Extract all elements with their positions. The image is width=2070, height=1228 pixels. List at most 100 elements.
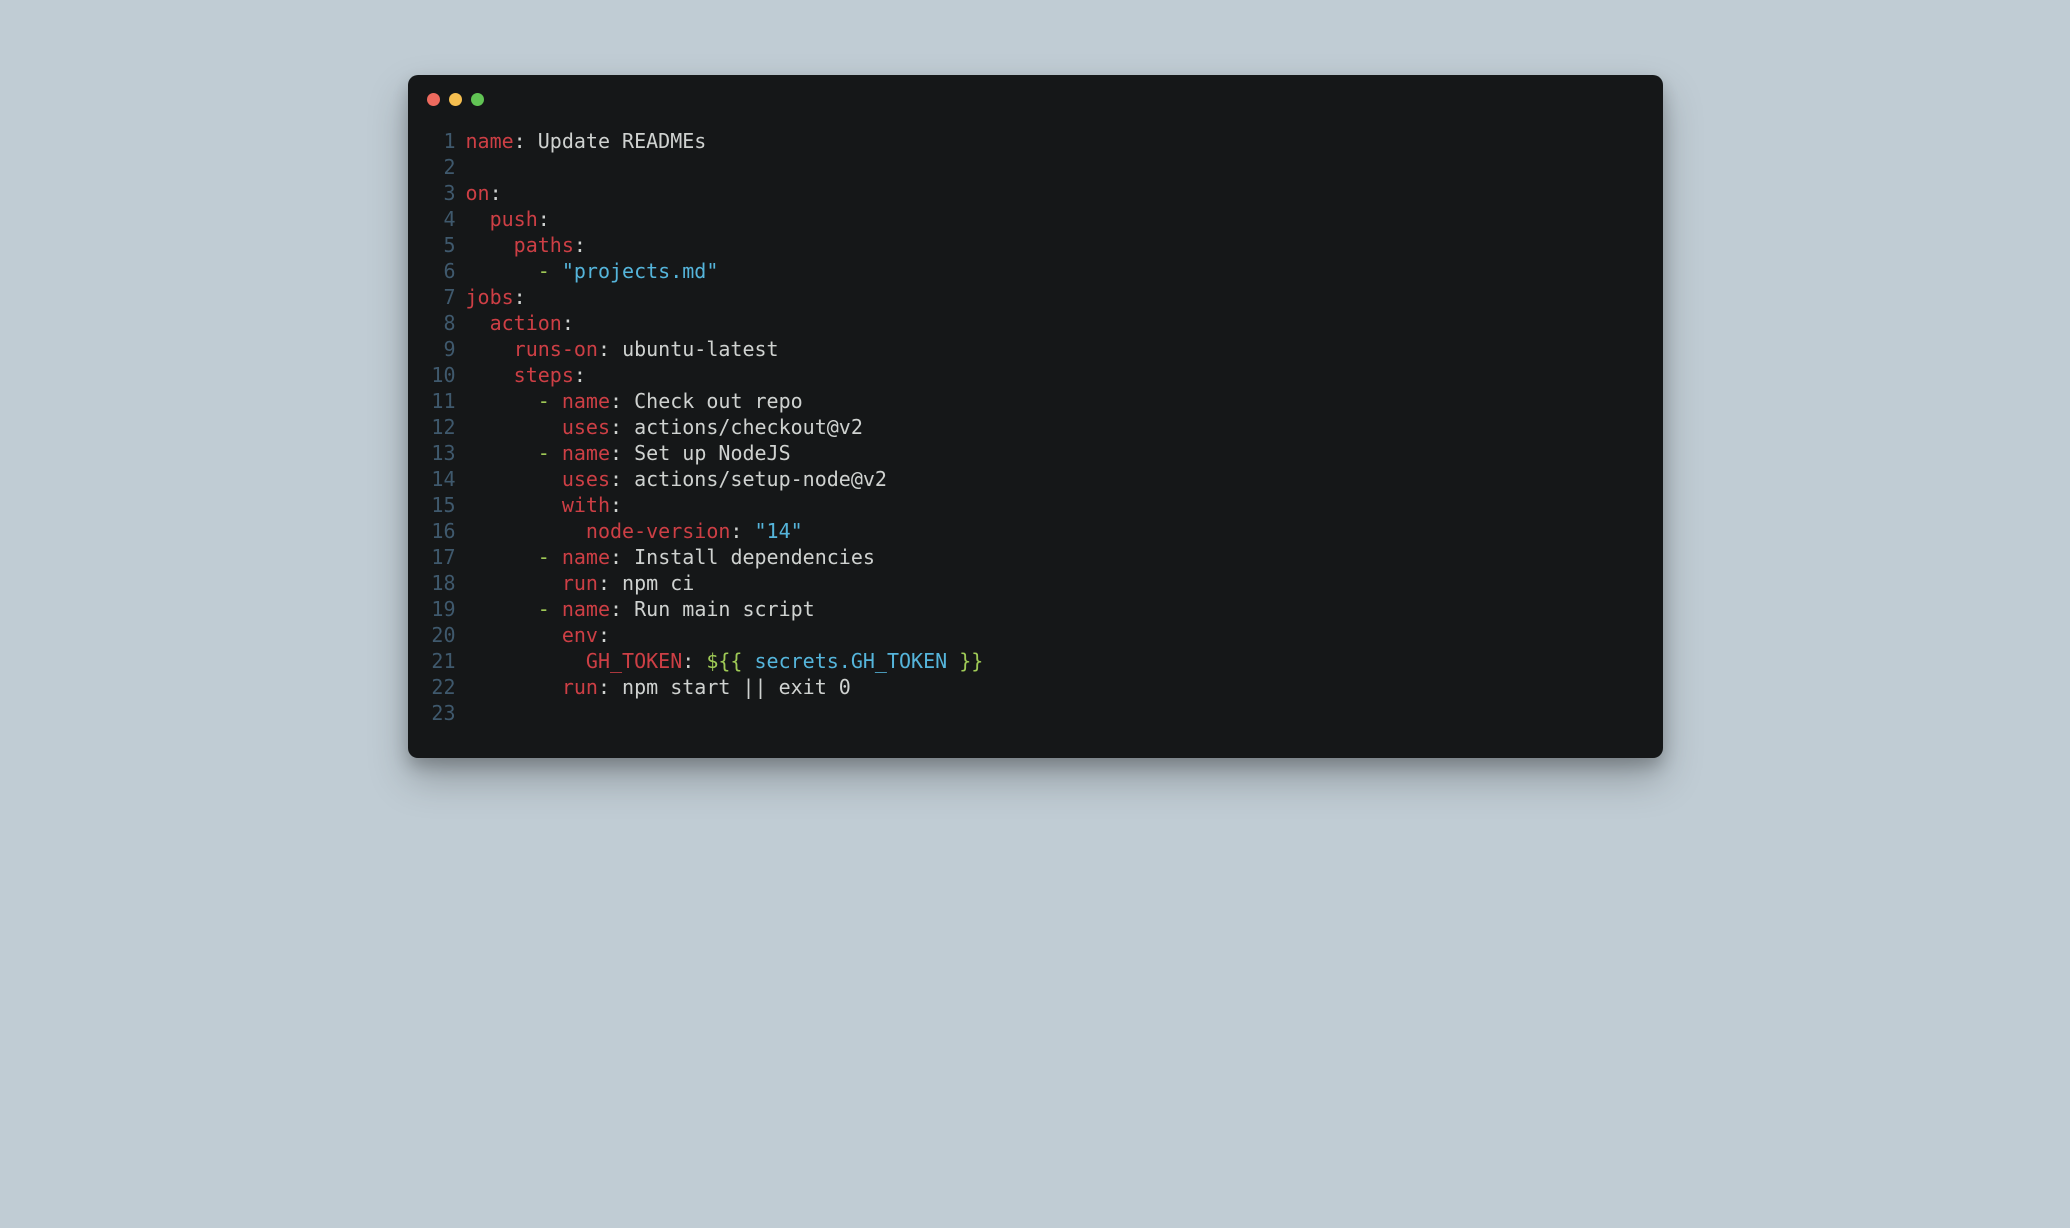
zoom-icon[interactable] [471, 93, 484, 106]
line-number: 11 [408, 388, 466, 414]
token [550, 441, 562, 465]
code-line: 8 action: [408, 310, 1663, 336]
token: : [514, 285, 526, 309]
line-number: 14 [408, 466, 466, 492]
token: : [574, 363, 586, 387]
token [466, 571, 562, 595]
close-icon[interactable] [427, 93, 440, 106]
line-content: runs-on: ubuntu-latest [466, 336, 779, 362]
token [466, 337, 514, 361]
line-content: run: npm start || exit 0 [466, 674, 851, 700]
token: : [598, 623, 610, 647]
token: Check out repo [634, 389, 803, 413]
token: name [562, 597, 610, 621]
token [550, 389, 562, 413]
token: Install dependencies [634, 545, 875, 569]
token: run [562, 571, 598, 595]
line-content: run: npm ci [466, 570, 695, 596]
line-number: 12 [408, 414, 466, 440]
token: push [490, 207, 538, 231]
token [466, 467, 562, 491]
token: : [610, 545, 634, 569]
token: run [562, 675, 598, 699]
token: on [466, 181, 490, 205]
line-number: 23 [408, 700, 466, 726]
token: : [514, 129, 538, 153]
token: : [610, 467, 634, 491]
line-content: steps: [466, 362, 586, 388]
token: node-version [586, 519, 731, 543]
token [466, 545, 538, 569]
line-number: 21 [408, 648, 466, 674]
token: uses [562, 415, 610, 439]
token: ${{ [706, 649, 742, 673]
token [466, 597, 538, 621]
code-line: 14 uses: actions/setup-node@v2 [408, 466, 1663, 492]
line-content: env: [466, 622, 611, 648]
line-content: - name: Run main script [466, 596, 815, 622]
token: : [598, 571, 622, 595]
token: : [730, 519, 754, 543]
line-number: 3 [408, 180, 466, 206]
line-number: 1 [408, 128, 466, 154]
token: : [562, 311, 574, 335]
token [466, 623, 562, 647]
code-line: 13 - name: Set up NodeJS [408, 440, 1663, 466]
token: - [538, 259, 550, 283]
code-line: 6 - "projects.md" [408, 258, 1663, 284]
line-number: 16 [408, 518, 466, 544]
token [550, 259, 562, 283]
code-block: 1name: Update READMEs23on:4 push:5 paths… [408, 106, 1663, 726]
token [466, 311, 490, 335]
token [466, 389, 538, 413]
line-content: paths: [466, 232, 586, 258]
line-number: 8 [408, 310, 466, 336]
token: secrets.GH_TOKEN [742, 649, 959, 673]
token: - [538, 441, 550, 465]
code-line: 23 [408, 700, 1663, 726]
token: name [562, 389, 610, 413]
line-number: 6 [408, 258, 466, 284]
token: }} [959, 649, 983, 673]
line-content: - name: Check out repo [466, 388, 803, 414]
token: name [562, 545, 610, 569]
token [466, 233, 514, 257]
token: with [562, 493, 610, 517]
token: steps [514, 363, 574, 387]
token [466, 415, 562, 439]
token: actions/setup-node@v2 [634, 467, 887, 491]
line-number: 5 [408, 232, 466, 258]
token: runs-on [514, 337, 598, 361]
code-line: 12 uses: actions/checkout@v2 [408, 414, 1663, 440]
code-window: 1name: Update READMEs23on:4 push:5 paths… [408, 75, 1663, 758]
line-content: - "projects.md" [466, 258, 719, 284]
token: jobs [466, 285, 514, 309]
line-number: 15 [408, 492, 466, 518]
token: - [538, 389, 550, 413]
code-line: 19 - name: Run main script [408, 596, 1663, 622]
token: : [490, 181, 502, 205]
code-line: 5 paths: [408, 232, 1663, 258]
token: - [538, 545, 550, 569]
code-line: 3on: [408, 180, 1663, 206]
code-line: 17 - name: Install dependencies [408, 544, 1663, 570]
token: action [490, 311, 562, 335]
line-number: 22 [408, 674, 466, 700]
code-line: 2 [408, 154, 1663, 180]
token [466, 441, 538, 465]
token [550, 545, 562, 569]
token [550, 597, 562, 621]
minimize-icon[interactable] [449, 93, 462, 106]
token: ubuntu-latest [622, 337, 779, 361]
line-number: 4 [408, 206, 466, 232]
code-line: 10 steps: [408, 362, 1663, 388]
token: "projects.md" [562, 259, 719, 283]
line-content: GH_TOKEN: ${{ secrets.GH_TOKEN }} [466, 648, 984, 674]
code-line: 7jobs: [408, 284, 1663, 310]
token: name [466, 129, 514, 153]
token: : [574, 233, 586, 257]
token [466, 207, 490, 231]
token: : [598, 337, 622, 361]
token [466, 519, 586, 543]
line-number: 19 [408, 596, 466, 622]
